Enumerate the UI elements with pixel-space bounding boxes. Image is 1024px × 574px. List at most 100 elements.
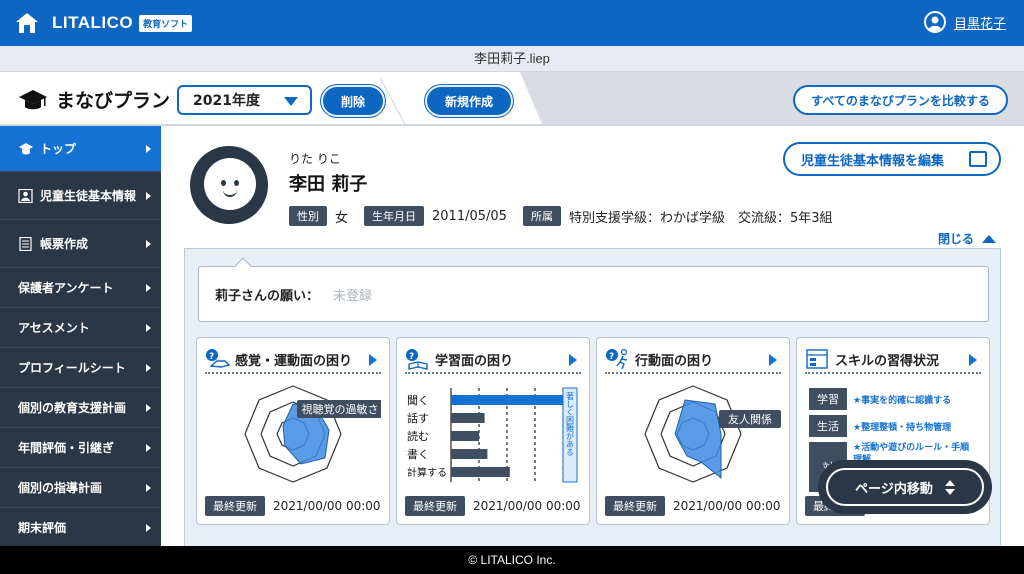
footer-copyright: © LITALICO Inc. <box>0 546 1024 574</box>
sidebar-item-label: 児童生徒基本情報 <box>40 189 137 203</box>
wish-value: 未登録 <box>333 288 373 304</box>
sidebar-item-education-plan[interactable]: 個別の教育支援計画 <box>0 388 161 428</box>
sidebar-item-label: 帳票作成 <box>40 237 89 251</box>
sensory-radar-chart: 視聴覚の過敏さ <box>244 385 381 483</box>
skill-text: ★事実を的確に認識する <box>853 395 952 406</box>
updated-value: 2021/00/00 00:00 <box>473 499 581 513</box>
student-furigana: りた りこ <box>289 152 341 166</box>
sidebar-item-label: プロフィールシート <box>18 361 126 375</box>
birth-label: 生年月日 <box>364 206 425 226</box>
birth-value: 2011/05/05 <box>432 208 507 224</box>
bar-category-label: 読む <box>407 429 429 443</box>
checklist-icon <box>806 349 828 369</box>
new-plan-button[interactable]: 新規作成 <box>427 87 511 115</box>
book-help-icon: ? <box>406 349 428 370</box>
delete-button[interactable]: 削除 <box>323 87 383 115</box>
smiley-face-icon <box>204 158 256 210</box>
sidebar: トップ 児童生徒基本情報 帳票作成 保護者アンケート アセスメント プロフィール… <box>0 126 161 548</box>
wish-label: 莉子さんの願い： <box>215 288 320 304</box>
page-navigation-inner: ページ内移動 <box>826 468 984 506</box>
bar <box>451 431 479 441</box>
chevron-right-icon <box>146 443 151 452</box>
skill-text: ★整理整頓・持ち物管理 <box>853 422 952 433</box>
sidebar-item-label: トップ <box>40 142 77 156</box>
home-icon[interactable] <box>14 11 40 35</box>
chevron-right-icon <box>146 323 151 332</box>
sidebar-item-annual-review[interactable]: 年間評価・引継ぎ <box>0 428 161 468</box>
toolbar-divider <box>379 78 431 124</box>
page-navigation-label: ページ内移動 <box>855 481 933 497</box>
sidebar-item-label: 年間評価・引継ぎ <box>18 441 115 455</box>
svg-text:?: ? <box>209 352 214 362</box>
radar-callout-text: 視聴覚の過敏さ <box>302 402 379 416</box>
gender-value: 女 <box>335 210 349 226</box>
gender-label: 性別 <box>289 206 327 226</box>
compare-plans-button[interactable]: すべてのまなびプランを比較する <box>793 85 1008 115</box>
collapse-label: 閉じる <box>938 232 975 246</box>
chevron-right-icon <box>146 144 151 153</box>
app-logo: LITALICO <box>52 13 134 32</box>
eye <box>234 180 239 186</box>
card-title: 学習面の困り <box>435 353 514 369</box>
chevron-up-icon <box>982 234 997 243</box>
bar <box>451 395 563 405</box>
sidebar-item-forms[interactable]: 帳票作成 <box>0 220 161 268</box>
chevron-right-icon <box>969 354 977 366</box>
updated-label: 最終更新 <box>205 496 265 516</box>
chevron-right-icon <box>146 403 151 412</box>
collapse-link[interactable]: 閉じる <box>938 230 997 247</box>
chevron-down-icon <box>284 97 298 106</box>
plan-title-text: まなびプラン <box>56 90 171 112</box>
sidebar-item-term-review[interactable]: 期末評価 <box>0 508 161 548</box>
edit-student-info-button[interactable]: 児童生徒基本情報を編集 <box>783 142 1001 176</box>
id-card-icon <box>18 188 33 203</box>
updated-value: 2021/00/00 00:00 <box>673 499 781 513</box>
updated-value: 2021/00/00 00:00 <box>273 499 381 513</box>
chevron-right-icon <box>146 191 151 200</box>
chevron-right-icon <box>569 354 577 366</box>
file-name: 李田莉子.liep <box>0 46 1024 72</box>
sidebar-item-label: 個別の指導計画 <box>18 481 103 495</box>
sidebar-item-profile-sheet[interactable]: プロフィールシート <box>0 348 161 388</box>
card-footer: 最終更新 2021/00/00 00:00 <box>205 496 381 516</box>
graduation-cap-icon <box>19 142 33 154</box>
running-person-help-icon: ? <box>606 348 628 370</box>
year-select[interactable]: 2021年度 <box>177 85 312 115</box>
updated-label: 最終更新 <box>605 496 665 516</box>
affiliation-label: 所属 <box>522 206 561 226</box>
speech-notch <box>234 257 252 275</box>
bar-category-label: 聞く <box>407 394 429 407</box>
plan-toolbar: まなびプラン 2021年度 削除 新規作成 すべてのまなびプランを比較する <box>0 72 1024 126</box>
bar <box>451 413 485 423</box>
sidebar-item-label: アセスメント <box>18 321 90 335</box>
sidebar-item-student-info[interactable]: 児童生徒基本情報 <box>0 172 161 220</box>
card-learning[interactable]: ? 学習面の困り 著しく困難がある 聞く 話す 読む 書く 計算する 最終更新 2021/… <box>396 337 590 525</box>
skill-tag: 学習 <box>809 388 847 410</box>
card-footer: 最終更新 2021/00/00 00:00 <box>605 496 781 516</box>
top-bar: LITALICO 教育ソフト 目黒花子 <box>0 0 1024 46</box>
card-sensory[interactable]: ? 感覚・運動面の困り 視聴覚の過敏さ 最終更新 2021/00/00 00:0… <box>196 337 390 525</box>
student-name: 李田 莉子 <box>289 174 368 195</box>
mouth <box>223 190 237 197</box>
svg-text:?: ? <box>609 352 614 362</box>
bar-category-label: 話す <box>407 411 429 425</box>
sidebar-item-label: 保護者アンケート <box>18 281 114 295</box>
radar-callout-text: 友人関係 <box>728 412 772 426</box>
sidebar-item-parent-survey[interactable]: 保護者アンケート <box>0 268 161 308</box>
svg-text:?: ? <box>409 352 414 362</box>
graduation-cap-icon <box>19 89 47 109</box>
student-avatar <box>190 146 268 224</box>
sidebar-item-teaching-plan[interactable]: 個別の指導計画 <box>0 468 161 508</box>
user-menu[interactable]: 目黒花子 <box>923 11 1006 33</box>
card-title: スキルの習得状況 <box>835 353 940 369</box>
card-behavior[interactable]: ? 行動面の困り 友人関係 最終更新 2021/00/00 00:00 <box>596 337 790 525</box>
document-icon <box>19 236 32 251</box>
threshold-label: 著しく困難がある <box>566 391 575 456</box>
card-header: ? 感覚・運動面の困り <box>205 346 381 374</box>
sidebar-item-top[interactable]: トップ <box>0 126 161 172</box>
page-navigation-button[interactable]: ページ内移動 <box>818 460 992 514</box>
card-header: ? 学習面の困り <box>405 346 581 374</box>
sidebar-item-assessment[interactable]: アセスメント <box>0 308 161 348</box>
bar <box>451 467 510 477</box>
updated-label: 最終更新 <box>405 496 465 516</box>
